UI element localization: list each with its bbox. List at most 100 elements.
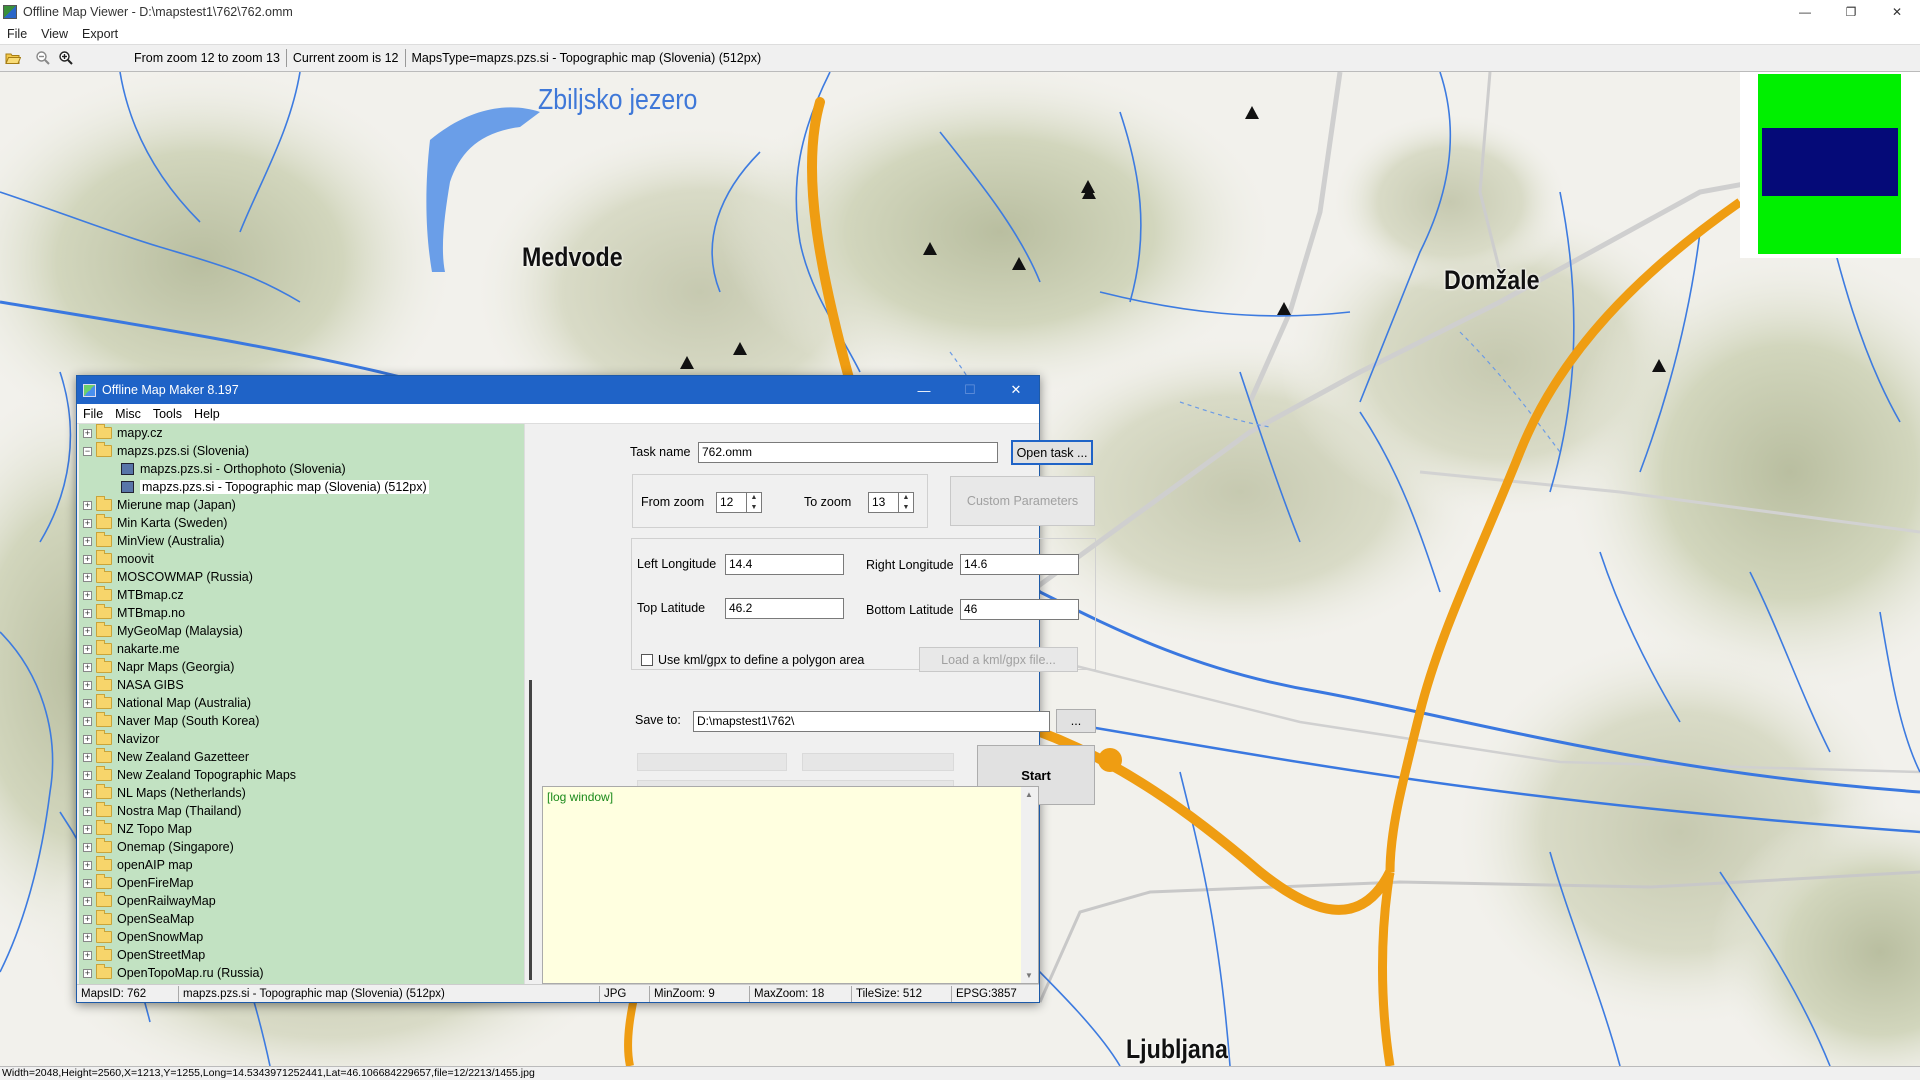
expand-icon[interactable]: + xyxy=(83,716,92,726)
zoom-out-icon[interactable] xyxy=(33,48,53,68)
from-zoom-spinner[interactable]: ▲ ▼ xyxy=(747,492,762,513)
top-latitude-input[interactable]: 46.2 xyxy=(725,598,844,619)
tree-folder-item[interactable]: + Onemap (Singapore) xyxy=(79,838,524,856)
expand-icon[interactable]: + xyxy=(83,554,92,564)
tree-folder-item[interactable]: + Navizor xyxy=(79,730,524,748)
bottom-latitude-input[interactable]: 46 xyxy=(960,599,1079,620)
menu-file[interactable]: File xyxy=(0,27,34,41)
tree-child-item[interactable]: mapzs.pzs.si - Orthophoto (Slovenia) xyxy=(79,460,524,478)
dialog-close-button[interactable]: ✕ xyxy=(993,376,1039,404)
tree-folder-item[interactable]: + NZ Topo Map xyxy=(79,820,524,838)
from-zoom-input[interactable]: 12 xyxy=(716,492,747,513)
expand-icon[interactable]: + xyxy=(83,572,92,582)
expand-icon[interactable]: + xyxy=(83,860,92,870)
use-kml-checkbox[interactable] xyxy=(641,654,653,666)
tree-folder-item[interactable]: + mapy.cz xyxy=(79,424,524,442)
tree-folder-item[interactable]: + NL Maps (Netherlands) xyxy=(79,784,524,802)
dialog-menu-tools[interactable]: Tools xyxy=(147,407,188,421)
tree-folder-item[interactable]: + Nostra Map (Thailand) xyxy=(79,802,524,820)
expand-icon[interactable]: + xyxy=(83,500,92,510)
tree-folder-item[interactable]: + Mierune map (Japan) xyxy=(79,496,524,514)
map-source-tree[interactable]: + mapy.cz − mapzs.pzs.si (Slovenia) mapzs.pz… xyxy=(79,424,524,984)
tree-folder-item[interactable]: + OpenStreetMap xyxy=(79,946,524,964)
tree-folder-item[interactable]: + nakarte.me xyxy=(79,640,524,658)
tree-folder-item[interactable]: + Naver Map (South Korea) xyxy=(79,712,524,730)
expand-icon[interactable]: + xyxy=(83,626,92,636)
minimap[interactable] xyxy=(1740,72,1920,258)
tree-folder-item[interactable]: + MOSCOWMAP (Russia) xyxy=(79,568,524,586)
tree-folder-item[interactable]: + MinView (Australia) xyxy=(79,532,524,550)
tree-folder-item[interactable]: + Napr Maps (Georgia) xyxy=(79,658,524,676)
tree-folder-item[interactable]: + National Map (Australia) xyxy=(79,694,524,712)
scroll-down-icon[interactable]: ▼ xyxy=(1025,971,1033,980)
expand-icon[interactable]: + xyxy=(83,842,92,852)
dialog-menu-help[interactable]: Help xyxy=(188,407,226,421)
open-task-button[interactable]: Open task ... xyxy=(1011,440,1093,465)
custom-parameters-button[interactable]: Custom Parameters xyxy=(950,476,1095,526)
tree-folder-item[interactable]: + OpenSnowMap xyxy=(79,928,524,946)
expand-icon[interactable]: + xyxy=(83,590,92,600)
tree-folder-item[interactable]: + Min Karta (Sweden) xyxy=(79,514,524,532)
expand-icon[interactable]: + xyxy=(83,608,92,618)
tree-scrollbar-thumb[interactable] xyxy=(529,680,532,980)
task-name-input[interactable]: 762.omm xyxy=(698,442,998,463)
browse-button[interactable]: ... xyxy=(1056,709,1096,733)
tree-folder-item[interactable]: + OpenSeaMap xyxy=(79,910,524,928)
expand-icon[interactable]: + xyxy=(83,770,92,780)
dialog-menu-misc[interactable]: Misc xyxy=(109,407,147,421)
expand-icon[interactable]: + xyxy=(83,824,92,834)
save-to-input[interactable]: D:\mapstest1\762\ xyxy=(693,711,1050,732)
to-zoom-input[interactable]: 13 xyxy=(868,492,899,513)
tree-folder-item[interactable]: − mapzs.pzs.si (Slovenia) xyxy=(79,442,524,460)
minimap-viewport[interactable] xyxy=(1762,128,1898,196)
collapse-icon[interactable]: − xyxy=(83,446,92,456)
tree-folder-item[interactable]: + New Zealand Gazetteer xyxy=(79,748,524,766)
load-kml-button[interactable]: Load a kml/gpx file... xyxy=(919,647,1078,672)
menu-export[interactable]: Export xyxy=(75,27,125,41)
tree-folder-item[interactable]: + openAIP map xyxy=(79,856,524,874)
tree-folder-item[interactable]: + New Zealand Topographic Maps xyxy=(79,766,524,784)
expand-icon[interactable]: + xyxy=(83,752,92,762)
tree-folder-item[interactable]: + OpenFireMap xyxy=(79,874,524,892)
zoom-in-icon[interactable] xyxy=(56,48,76,68)
to-zoom-spinner[interactable]: ▲ ▼ xyxy=(899,492,914,513)
tree-scrollbar[interactable] xyxy=(524,424,541,984)
expand-icon[interactable]: + xyxy=(83,968,92,978)
expand-icon[interactable]: + xyxy=(83,878,92,888)
tree-folder-item[interactable]: + NASA GIBS xyxy=(79,676,524,694)
expand-icon[interactable]: + xyxy=(83,914,92,924)
tree-child-item[interactable]: mapzs.pzs.si - Topographic map (Slovenia… xyxy=(79,478,524,496)
right-longitude-input[interactable]: 14.6 xyxy=(960,554,1079,575)
expand-icon[interactable]: + xyxy=(83,698,92,708)
expand-icon[interactable]: + xyxy=(83,680,92,690)
expand-icon[interactable]: + xyxy=(83,788,92,798)
expand-icon[interactable]: + xyxy=(83,662,92,672)
dialog-minimize-button[interactable]: — xyxy=(901,376,947,404)
close-button[interactable]: ✕ xyxy=(1874,0,1920,24)
log-window[interactable]: [log window] ▲ ▼ xyxy=(542,786,1039,984)
tree-folder-item[interactable]: + OpenRailwayMap xyxy=(79,892,524,910)
expand-icon[interactable]: + xyxy=(83,644,92,654)
log-scrollbar[interactable]: ▲ ▼ xyxy=(1021,787,1038,983)
expand-icon[interactable]: + xyxy=(83,734,92,744)
tree-folder-item[interactable]: + MTBmap.cz xyxy=(79,586,524,604)
app-icon xyxy=(3,5,17,19)
open-folder-icon[interactable] xyxy=(3,48,23,68)
expand-icon[interactable]: + xyxy=(83,536,92,546)
tree-folder-item[interactable]: + moovit xyxy=(79,550,524,568)
minimize-button[interactable]: — xyxy=(1782,0,1828,24)
tree-folder-item[interactable]: + OpenTopoMap.ru (Russia) xyxy=(79,964,524,982)
restore-button[interactable]: ❐ xyxy=(1828,0,1874,24)
expand-icon[interactable]: + xyxy=(83,428,92,438)
scroll-up-icon[interactable]: ▲ xyxy=(1025,790,1033,799)
expand-icon[interactable]: + xyxy=(83,950,92,960)
expand-icon[interactable]: + xyxy=(83,806,92,816)
expand-icon[interactable]: + xyxy=(83,932,92,942)
dialog-menu-file[interactable]: File xyxy=(77,407,109,421)
expand-icon[interactable]: + xyxy=(83,896,92,906)
expand-icon[interactable]: + xyxy=(83,518,92,528)
left-longitude-input[interactable]: 14.4 xyxy=(725,554,844,575)
tree-folder-item[interactable]: + MTBmap.no xyxy=(79,604,524,622)
menu-view[interactable]: View xyxy=(34,27,75,41)
tree-folder-item[interactable]: + MyGeoMap (Malaysia) xyxy=(79,622,524,640)
